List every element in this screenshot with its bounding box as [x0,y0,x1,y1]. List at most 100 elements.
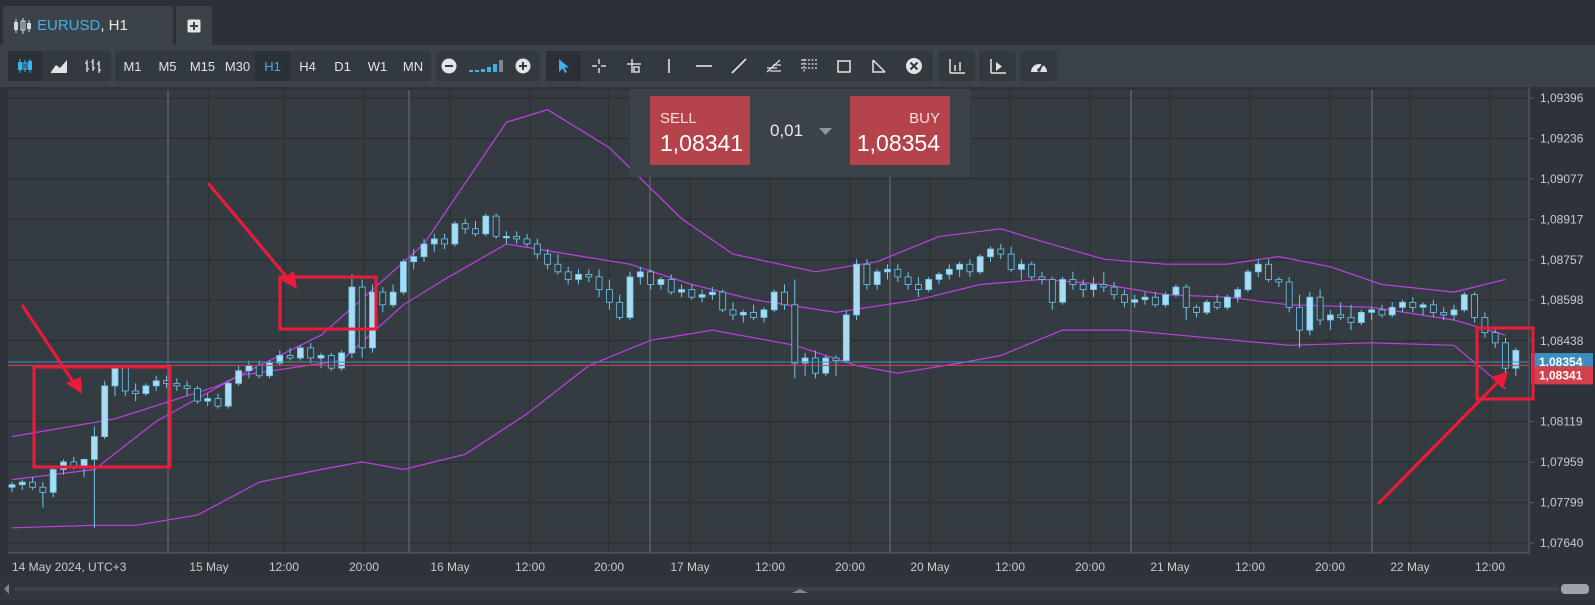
time-label: 12:00 [995,560,1025,574]
timeframe-m1-button[interactable]: M1 [115,51,150,81]
candle-body [1316,296,1324,321]
tab-eurusd[interactable]: EURUSD, H1 [3,6,173,45]
drawing-tools-group [546,51,933,81]
candle-body [1285,281,1293,308]
candle-body [1275,279,1283,283]
candle-body [1306,296,1314,331]
candle [1059,276,1066,305]
new-tab-button[interactable] [176,6,212,45]
candle-body [925,279,933,290]
vertical-line-button[interactable] [651,51,686,81]
speedometer-button[interactable] [1020,51,1057,81]
lot-size-value[interactable]: 0,01 [770,121,803,141]
candle-body [1347,317,1355,323]
candle-body [997,248,1005,255]
candle-body [121,367,129,392]
candle-body [606,289,613,303]
candle-body [461,223,469,230]
candle-body [1069,279,1077,285]
timeframe-h4-button[interactable]: H4 [290,51,325,81]
scroll-track[interactable] [14,587,1559,591]
triangle-button[interactable] [861,51,896,81]
candle-body [502,235,510,239]
candle-body [564,271,572,280]
candle-body [1162,294,1169,306]
time-label: 12:00 [1235,560,1265,574]
timeframe-d1-button[interactable]: D1 [325,51,360,81]
candle-body [513,235,521,240]
candle-body [719,291,727,311]
candle-body [1378,309,1386,316]
candle [451,221,459,247]
timeframe-w1-button[interactable]: W1 [360,51,395,81]
price-label: 1,08598 [1540,293,1584,307]
speedometer-icon [1030,63,1047,72]
candle-body [1038,276,1046,280]
price-axis[interactable] [1529,87,1595,556]
price-label: 1,07799 [1540,496,1584,510]
timeframe-mn-button[interactable]: MN [395,51,431,81]
trend-line-button[interactable] [721,51,756,81]
fibonacci-grid-button[interactable] [791,51,826,81]
buy-button[interactable]: BUY 1,08354 [850,96,950,165]
candle-body [1090,284,1097,290]
rectangle-button[interactable] [826,51,861,81]
time-label: 12:00 [515,560,545,574]
timeframe-h1-button[interactable]: H1 [255,51,290,81]
zoom-level-icon [469,60,503,72]
chart-type-area-button[interactable] [42,51,76,81]
sell-button[interactable]: SELL 1,08341 [650,96,750,165]
candle [925,276,933,293]
cross-tool-button[interactable] [616,51,651,81]
time-label: 12:00 [269,560,299,574]
cursor-button[interactable] [546,51,581,81]
candle [1502,337,1509,374]
candle-body [193,388,201,402]
candle [1162,292,1169,308]
candle-body [1172,286,1180,296]
time-label: 16 May [430,560,469,574]
zoom-out-button[interactable] [436,51,462,81]
candle-body [585,273,593,278]
candle-body [791,304,799,364]
horizontal-scrollbar[interactable] [0,578,1595,600]
scroll-thumb[interactable] [1561,584,1589,594]
timeframe-m5-button[interactable]: M5 [150,51,185,81]
fibonacci-button[interactable] [756,51,791,81]
candle-body [853,263,860,316]
timeframe-m30-button[interactable]: M30 [220,51,255,81]
scroll-left-icon[interactable] [4,584,9,594]
delete-drawings-button[interactable] [896,51,931,81]
candle-body [976,256,984,273]
indicators-button[interactable] [938,51,975,81]
candle-body [729,309,737,316]
speedometer-group [1020,51,1057,81]
crosshair-button[interactable] [581,51,616,81]
buy-label: BUY [909,110,940,127]
chevron-down-icon[interactable] [819,128,832,136]
candle-body [709,291,716,296]
indicators-group [938,51,975,81]
candle [492,213,500,239]
horizontal-line-button[interactable] [686,51,721,81]
chart-type-bars-button[interactable] [76,51,110,81]
zoom-in-icon [515,58,531,74]
time-label: 20:00 [1315,560,1345,574]
candle [193,385,201,404]
candle-body [554,263,562,273]
triangle-icon [871,59,886,73]
auto-scroll-button[interactable] [979,51,1016,81]
time-label: 20:00 [1075,560,1105,574]
candle-body [235,370,243,384]
candle-body [399,261,407,293]
zoom-in-button[interactable] [510,51,536,81]
candle-body [1131,299,1139,303]
time-label: 12:00 [755,560,785,574]
chart-type-candles-button[interactable] [8,51,42,81]
timeframe-m15-button[interactable]: M15 [185,51,220,81]
time-label: 17 May [670,560,709,574]
candle-body [132,390,140,394]
price-label: 1,07640 [1540,536,1584,550]
candle-body [1296,306,1303,331]
candle-body [255,365,263,377]
